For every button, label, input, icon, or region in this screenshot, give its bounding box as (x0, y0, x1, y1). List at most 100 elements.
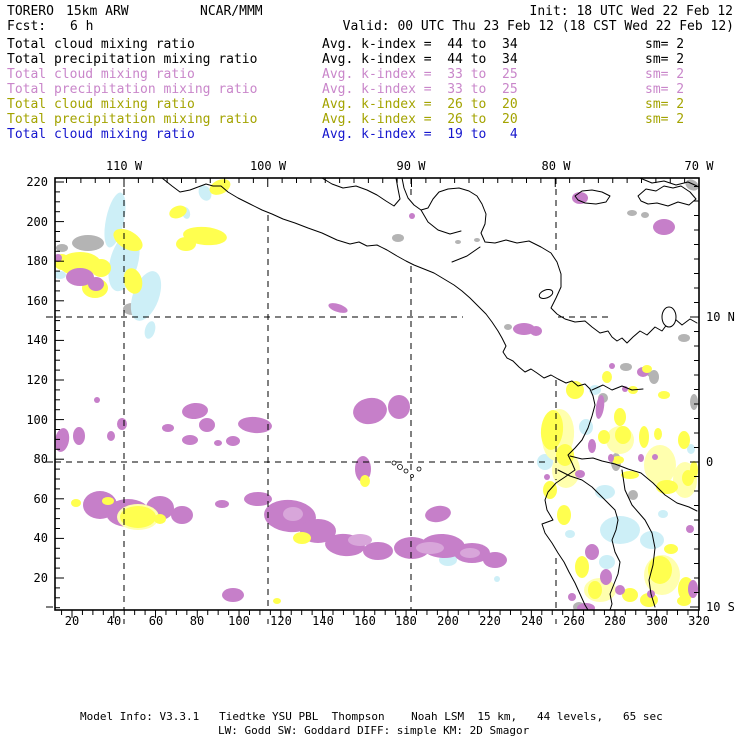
blob-G (690, 394, 698, 410)
border-guatemala (451, 246, 481, 263)
blob-P (653, 219, 675, 235)
blob-P (688, 580, 698, 598)
blob-G (620, 363, 632, 371)
blob-Y (91, 259, 111, 277)
bottom-axis-label: 300 (646, 614, 668, 628)
bottom-axis-label: 160 (354, 614, 376, 628)
right-axis-label: 0 (706, 455, 713, 469)
blob-Y (621, 471, 639, 479)
blob-P (608, 454, 614, 462)
left-axis-label: 20 (34, 571, 48, 585)
blob-Y (654, 428, 662, 440)
blob-P (652, 454, 658, 460)
blob-Y (658, 391, 670, 399)
blob-P (94, 397, 100, 403)
blob-Y (598, 430, 610, 444)
bottom-axis-label: 280 (604, 614, 626, 628)
blob-P (409, 213, 415, 219)
bottom-axis-label: 40 (107, 614, 121, 628)
lake-maracaibo (661, 306, 677, 328)
blob-Y (293, 532, 311, 544)
blob-P (686, 525, 694, 533)
blob-P (238, 416, 272, 434)
blob-Y (639, 426, 649, 448)
blob-P (363, 542, 393, 560)
blob-P (199, 418, 215, 432)
blob-C (658, 510, 668, 518)
blob-Y (154, 514, 166, 524)
left-axis-label: 200 (26, 215, 48, 229)
top-axis-label: 70 W (685, 159, 715, 173)
coastline-yucatan-caribbean (401, 178, 698, 344)
blob-P (222, 588, 244, 602)
right-axis-label: 10 N (706, 310, 735, 324)
lake-nicaragua (538, 289, 554, 299)
top-axis-label: 90 W (397, 159, 427, 173)
blob-P (171, 506, 193, 524)
blob-P (117, 418, 127, 430)
bottom-axis-label: 240 (521, 614, 543, 628)
blob-P (530, 326, 542, 336)
bottom-axis-label: 200 (437, 614, 459, 628)
blob-G (504, 324, 512, 330)
blob-Y (102, 497, 114, 505)
blob-P (162, 424, 174, 432)
bottom-axis-label: 140 (312, 614, 334, 628)
blob-P (182, 435, 198, 445)
blob-Y (656, 480, 678, 494)
blob-Pl (348, 534, 372, 546)
blob-G (685, 179, 699, 191)
left-axis-label: 80 (34, 452, 48, 466)
blob-C (600, 516, 640, 544)
left-axis-label: 40 (34, 531, 48, 545)
bottom-axis-label: 80 (190, 614, 204, 628)
left-axis-label: 100 (26, 413, 48, 427)
blob-P (425, 505, 451, 523)
blob-C (595, 485, 615, 499)
blob-G (627, 210, 637, 216)
blob-Y (71, 499, 81, 507)
blob-Y (602, 371, 612, 383)
blob-P (638, 454, 644, 462)
blob-G (641, 212, 649, 218)
blob-Y (615, 426, 631, 444)
top-axis-label: 100 W (250, 159, 287, 173)
blob-Y (557, 505, 571, 525)
blob-C (565, 530, 575, 538)
bottom-axis-label: 120 (270, 614, 292, 628)
bottom-axis-label: 260 (563, 614, 585, 628)
blob-P (577, 603, 595, 610)
left-axis-label: 160 (26, 294, 48, 308)
bottom-axis-label: 320 (688, 614, 710, 628)
blob-P (73, 427, 85, 445)
map-canvas: 110 W 100 W 90 W 80 W 70 W 20 40 60 80 100 120 140 1… (26, 159, 735, 628)
blob-G (678, 334, 690, 342)
bottom-axis-label: 180 (395, 614, 417, 628)
blob-P (215, 500, 229, 508)
mixing-ratio-blobs (55, 179, 699, 610)
blob-P (568, 593, 576, 601)
blob-Pl (460, 548, 480, 558)
blob-P (575, 470, 585, 478)
blob-Y (642, 365, 652, 373)
blob-P (88, 277, 104, 291)
blob-Y (678, 431, 690, 449)
blob-P (182, 402, 208, 420)
blob-P (483, 552, 507, 568)
bottom-axis-label: 20 (65, 614, 79, 628)
right-axis-label: 10 S (706, 600, 735, 614)
island-hispaniola (637, 185, 697, 207)
blob-Y (575, 556, 589, 578)
blob-Pl (416, 542, 444, 554)
blob-Y (120, 506, 156, 528)
blob-Y (360, 475, 370, 487)
blob-P (588, 439, 596, 453)
blob-G (455, 240, 461, 244)
model-info-line1: Model Info: V3.3.1 Tiedtke YSU PBL Thomp… (80, 710, 663, 723)
blob-P (107, 431, 115, 441)
blob-Y (588, 581, 602, 599)
bottom-axis-label: 100 (228, 614, 250, 628)
blob-P (572, 192, 588, 204)
bottom-axis-label: 60 (149, 614, 163, 628)
left-axis-label: 180 (26, 254, 48, 268)
